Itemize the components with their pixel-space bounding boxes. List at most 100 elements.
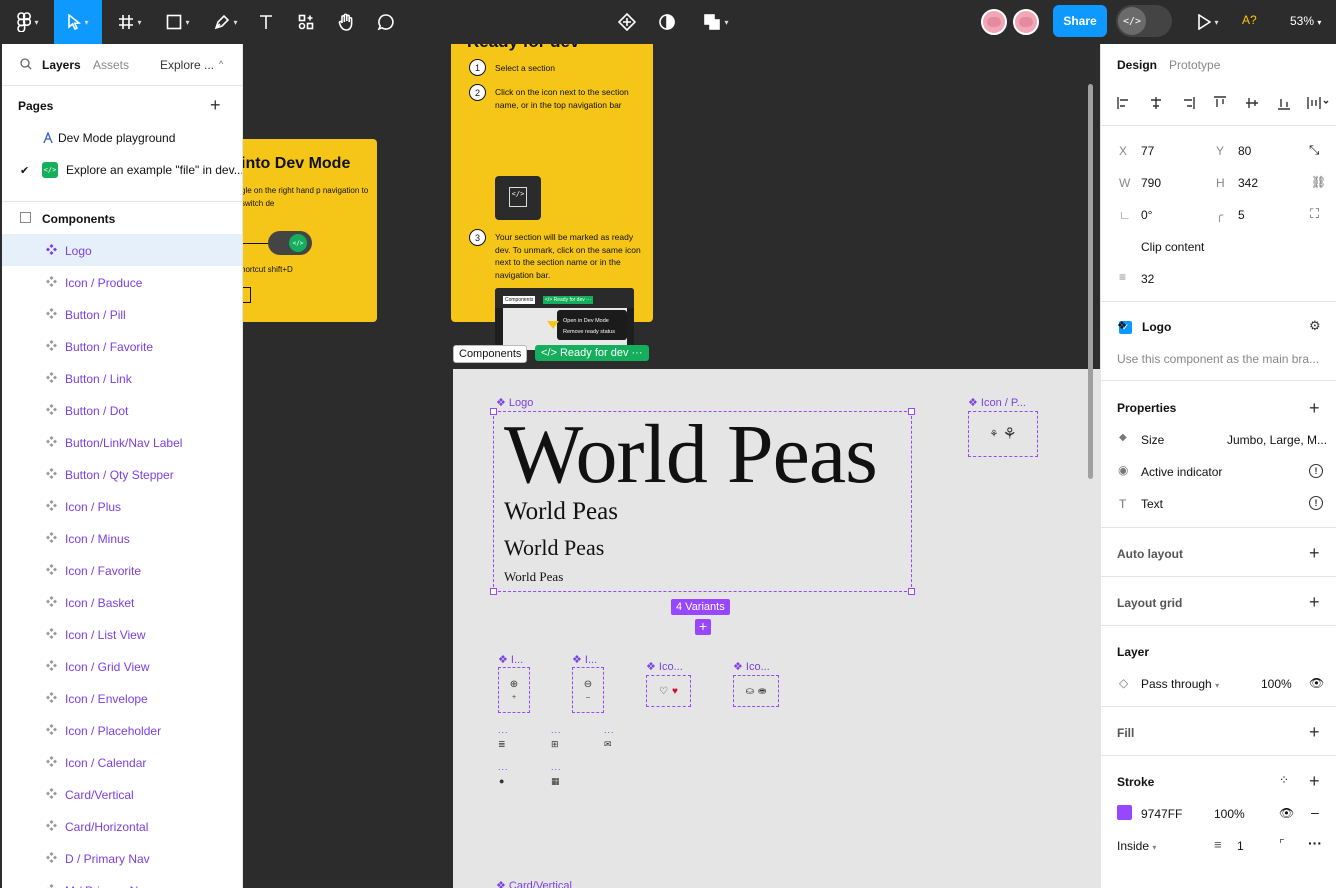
collapsed-component-label[interactable]: ... (498, 725, 509, 735)
ready-for-dev-card[interactable]: Ready for dev 1 Select a section 2 Click… (451, 44, 653, 350)
main-menu-button[interactable]: ▾ (10, 0, 46, 44)
dev-mode-info-card[interactable]: into Dev Mode gle on the right hand p na… (243, 139, 377, 322)
search-icon[interactable] (20, 58, 32, 70)
present-button[interactable]: ▾ (1190, 0, 1226, 44)
vertical-scrollbar[interactable] (1088, 84, 1093, 479)
component-label-icon-favorite[interactable]: ❖ Ico... (646, 660, 683, 673)
logo-variant-medium[interactable]: World Peas (504, 535, 604, 561)
warning-icon[interactable]: ! (1309, 464, 1323, 478)
ai-assist-button[interactable]: A? (1242, 13, 1257, 27)
component-label-icon-plus[interactable]: ❖ I... (498, 653, 523, 666)
stroke-position-dropdown[interactable]: Inside ▾ (1117, 839, 1156, 853)
warning-icon[interactable]: ! (1309, 496, 1323, 510)
component-description[interactable]: Use this component as the main bra... (1117, 352, 1319, 366)
resources-button[interactable] (294, 0, 318, 44)
add-property-button[interactable]: + (1309, 399, 1320, 417)
icon-plus-component[interactable]: ⊕ + (498, 667, 530, 713)
components-button[interactable] (615, 0, 639, 44)
layer-item[interactable]: Card/Horizontal (2, 810, 242, 842)
add-fill-button[interactable]: + (1309, 723, 1320, 741)
visibility-eye-icon[interactable]: 👁 (1309, 676, 1324, 690)
logo-variant-jumbo[interactable]: World Peas (504, 406, 878, 503)
align-bottom-icon[interactable] (1277, 96, 1291, 110)
collapse-icon[interactable]: ⤡ (1309, 142, 1319, 158)
list-view-icon[interactable]: ≣ (498, 739, 506, 750)
zoom-level-dropdown[interactable]: 53% ▾ (1290, 14, 1321, 28)
layer-item[interactable]: Card/Vertical (2, 778, 242, 810)
align-top-icon[interactable] (1213, 96, 1227, 110)
layer-item[interactable]: Button / Link (2, 362, 242, 394)
x-input[interactable]: 77 (1141, 144, 1154, 158)
layer-item[interactable]: Icon / Placeholder (2, 714, 242, 746)
stroke-opacity-input[interactable]: 100% (1214, 807, 1245, 821)
share-button[interactable]: Share (1053, 5, 1107, 37)
components-section[interactable]: ❖ Logo World Peas World Peas World Peas … (453, 369, 1100, 888)
layer-item[interactable]: Icon / Basket (2, 586, 242, 618)
tab-explore[interactable]: Explore ... (160, 58, 214, 72)
add-stroke-button[interactable]: + (1309, 772, 1320, 790)
blend-mode-dropdown[interactable]: Pass through ▾ (1141, 677, 1219, 691)
align-right-icon[interactable] (1181, 96, 1195, 110)
component-settings-icon[interactable]: ⚙ (1309, 318, 1321, 334)
height-input[interactable]: 342 (1238, 176, 1258, 190)
canvas[interactable]: into Dev Mode gle on the right hand p na… (243, 44, 1100, 888)
y-input[interactable]: 80 (1238, 144, 1251, 158)
stroke-color-swatch[interactable] (1117, 805, 1132, 820)
stroke-weight-input[interactable]: 1 (1237, 839, 1244, 853)
pen-tool-button[interactable]: ▾ (206, 0, 246, 44)
tab-layers[interactable]: Layers (42, 58, 81, 72)
dev-mode-toggle[interactable]: </> (1116, 5, 1172, 37)
hand-tool-button[interactable] (334, 0, 358, 44)
layer-item[interactable]: Button / Dot (2, 394, 242, 426)
add-auto-layout-button[interactable]: + (1309, 544, 1320, 562)
add-variant-button[interactable]: + (695, 619, 711, 635)
shape-tool-button[interactable]: ▾ (158, 0, 198, 44)
collapsed-component-label[interactable]: ... (604, 725, 615, 735)
layer-opacity-input[interactable]: 100% (1261, 677, 1292, 691)
collaborator-avatar[interactable] (981, 9, 1007, 35)
resize-handle[interactable] (908, 408, 915, 415)
collapsed-component-label[interactable]: ... (551, 725, 562, 735)
resize-handle[interactable] (490, 408, 497, 415)
add-layout-grid-button[interactable]: + (1309, 593, 1320, 611)
logo-component-set[interactable]: World Peas World Peas World Peas World P… (490, 408, 915, 595)
component-label-icon-basket[interactable]: ❖ Ico... (733, 660, 770, 673)
tab-assets[interactable]: Assets (93, 58, 129, 72)
remove-stroke-icon[interactable]: – (1311, 804, 1319, 820)
layer-item[interactable]: Button/Link/Nav Label (2, 426, 242, 458)
stroke-sides-icon[interactable]: ⌜ (1279, 837, 1285, 851)
page-item[interactable]: Dev Mode playground (2, 122, 242, 154)
stroke-color-hex[interactable]: 9747FF (1141, 807, 1182, 821)
component-label-card-vertical[interactable]: ❖ Card/Vertical (496, 879, 572, 888)
logo-variant-large[interactable]: World Peas (504, 498, 618, 526)
align-left-icon[interactable] (1117, 96, 1131, 110)
layer-item[interactable]: Icon / Minus (2, 522, 242, 554)
page-item-active[interactable]: ✔ </> Explore an example "file" in dev..… (2, 154, 242, 186)
layer-item[interactable]: Icon / Calendar (2, 746, 242, 778)
icon-basket-component[interactable]: ⛀ ⛂ (733, 675, 779, 707)
add-page-button[interactable]: + (210, 95, 221, 116)
constrain-proportions-icon[interactable]: ⛓ (1311, 175, 1326, 189)
corner-radius-input[interactable]: 5 (1238, 208, 1245, 222)
icon-minus-component[interactable]: ⊖ – (572, 667, 604, 713)
move-tool-button[interactable]: ▾ (54, 0, 102, 44)
contrast-button[interactable] (655, 0, 679, 44)
layer-item[interactable]: Button / Pill (2, 298, 242, 330)
property-value-dropdown[interactable]: Jumbo, Large, M... (1227, 433, 1327, 447)
chevron-up-icon[interactable]: ^ (219, 59, 223, 69)
section-name-tag[interactable]: Components (453, 345, 528, 363)
collapsed-component-label[interactable]: ... (551, 762, 562, 772)
tab-design[interactable]: Design (1117, 58, 1157, 72)
frame-tool-button[interactable]: ▾ (110, 0, 150, 44)
variants-count-badge[interactable]: 4 Variants (671, 599, 730, 615)
rotation-input[interactable]: 0° (1141, 208, 1152, 222)
envelope-icon[interactable]: ✉ (604, 739, 612, 750)
boolean-ops-button[interactable]: ▾ (696, 0, 736, 44)
spacing-input[interactable]: 32 (1141, 272, 1154, 286)
grid-view-icon[interactable]: ⊞ (551, 739, 559, 750)
resize-handle[interactable] (908, 588, 915, 595)
tab-prototype[interactable]: Prototype (1169, 58, 1220, 72)
component-name[interactable]: Logo (1142, 320, 1171, 334)
logo-variant-small[interactable]: World Peas (504, 569, 563, 585)
icon-favorite-component[interactable]: ♡ ♥ (646, 675, 691, 707)
